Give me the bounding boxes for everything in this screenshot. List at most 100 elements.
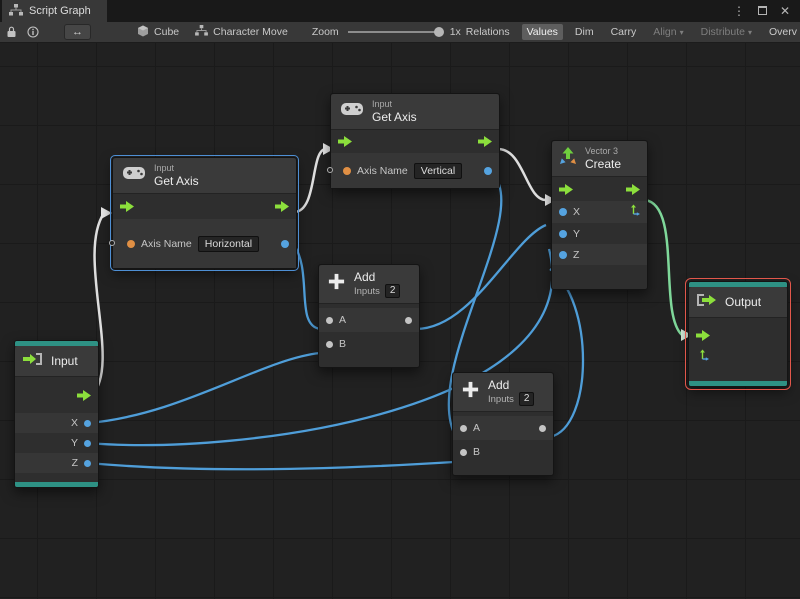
tab-script-graph[interactable]: Script Graph: [2, 0, 107, 22]
wire-data-input-z-to-add2-b[interactable]: [87, 460, 455, 471]
wire-data-input-x-to-add1-b[interactable]: [87, 351, 321, 425]
node-graph-output[interactable]: Output: [685, 278, 791, 390]
dropdown-distribute[interactable]: Distribute ▾: [696, 24, 757, 40]
axis-name-edge-port[interactable]: [109, 239, 115, 246]
node-subtitle: Input: [372, 99, 393, 109]
close-icon[interactable]: ✕: [780, 5, 790, 17]
fit-graph-glyph: ↔: [72, 26, 84, 38]
wire-flow-getaxis-horizontal-to-vertical[interactable]: [293, 147, 327, 214]
plus-icon: [327, 272, 346, 296]
node-add-1[interactable]: Add Inputs 2 A B: [318, 264, 420, 368]
axis-name-port[interactable]: [343, 166, 351, 175]
flow-out-port[interactable]: [275, 201, 289, 213]
zoom-slider-handle[interactable]: [433, 27, 444, 37]
a-in-port[interactable]: [326, 316, 333, 324]
kebab-menu-icon[interactable]: ⋮: [733, 5, 745, 17]
gamepad-icon: [340, 102, 364, 121]
wire-data-add1-to-create-x[interactable]: [415, 223, 547, 331]
toggle-relations[interactable]: Relations: [461, 24, 515, 40]
y-out-port[interactable]: [84, 439, 91, 447]
node-title: Output: [725, 295, 762, 309]
gamepad-icon: [122, 166, 146, 185]
wire-data-add2-to-create-z[interactable]: [549, 268, 585, 439]
flow-in-port[interactable]: [696, 329, 710, 341]
lock-icon[interactable]: [4, 26, 18, 38]
axis-name-edge-port[interactable]: [327, 166, 333, 173]
z-out-port[interactable]: [84, 459, 91, 467]
info-icon[interactable]: [26, 26, 40, 38]
cube-icon: [137, 25, 149, 40]
node-title: Input: [51, 354, 78, 368]
wire-flow-create-to-output[interactable]: [644, 198, 683, 336]
toggle-overview[interactable]: Overv: [764, 24, 800, 40]
wire-arrowhead: [101, 207, 112, 219]
vector3-in-port[interactable]: [696, 349, 709, 365]
b-in-port[interactable]: [326, 340, 333, 348]
toggle-carry[interactable]: Carry: [606, 24, 642, 40]
input-icon: [23, 352, 43, 370]
window-tab-bar: Script Graph ⋮ ✕: [0, 0, 800, 22]
zoom-slider[interactable]: [347, 26, 444, 38]
y-label: Y: [573, 227, 581, 240]
wire-flow-getaxis-vertical-to-create[interactable]: [497, 147, 547, 202]
toggle-values[interactable]: Values: [521, 24, 563, 40]
node-vector3-create[interactable]: Vector 3 Create X Y Z: [551, 140, 648, 290]
axis-name-field[interactable]: Horizontal: [197, 235, 260, 252]
breadcrumb-object-label: Cube: [154, 26, 180, 38]
node-title: Add: [488, 378, 510, 392]
breadcrumb-graph-label: Character Move: [213, 26, 288, 38]
node-subtitle: Vector 3: [585, 146, 619, 156]
breadcrumb-graph[interactable]: Character Move: [195, 25, 288, 39]
node-get-axis-vertical[interactable]: Input Get Axis Axis Name Vertical: [327, 93, 500, 189]
chevron-down-icon: ▾: [679, 28, 684, 37]
plus-icon: [461, 380, 480, 404]
inputs-count-field[interactable]: 2: [384, 284, 401, 299]
breadcrumb-object[interactable]: Cube: [137, 25, 179, 40]
node-subtitle: Input: [154, 163, 175, 173]
y-in-port[interactable]: [559, 229, 567, 238]
tab-title: Script Graph: [29, 5, 91, 17]
flow-out-port[interactable]: [626, 183, 640, 195]
b-label: B: [339, 338, 347, 351]
vector3-out-port[interactable]: [627, 204, 640, 220]
dropdown-align[interactable]: Align ▾: [648, 24, 688, 40]
flow-in-port[interactable]: [338, 136, 352, 148]
flow-in-port[interactable]: [120, 201, 134, 213]
a-in-port[interactable]: [460, 424, 467, 432]
vector3-icon: [559, 147, 577, 170]
sum-out-port[interactable]: [405, 316, 412, 324]
inputs-count-field[interactable]: 2: [518, 392, 535, 407]
fit-graph-button[interactable]: ↔: [64, 24, 92, 40]
result-out-port[interactable]: [484, 166, 492, 175]
axis-name-field[interactable]: Vertical: [413, 162, 463, 179]
node-title: Get Axis: [154, 173, 199, 188]
zoom-slider-track: [347, 31, 443, 33]
z-label: Z: [71, 457, 78, 469]
output-icon: [697, 293, 717, 311]
b-in-port[interactable]: [460, 448, 467, 456]
b-label: B: [473, 446, 481, 459]
maximize-icon[interactable]: [757, 5, 767, 17]
axis-name-label: Axis Name: [357, 164, 408, 177]
node-get-axis-horizontal[interactable]: Input Get Axis Axis Name Horizontal: [109, 155, 299, 271]
x-out-port[interactable]: [84, 419, 91, 427]
x-label: X: [70, 417, 78, 429]
flow-out-port[interactable]: [77, 389, 91, 401]
z-in-port[interactable]: [559, 250, 567, 259]
node-add-2[interactable]: Add Inputs 2 A B: [452, 372, 554, 476]
node-graph-input[interactable]: Input X Y Z: [14, 340, 99, 488]
toggle-dim[interactable]: Dim: [570, 24, 599, 40]
flow-in-port[interactable]: [559, 183, 573, 195]
graph-canvas[interactable]: Input Get Axis Axis Name Horizontal Inpu…: [0, 43, 800, 599]
sum-out-port[interactable]: [539, 424, 546, 432]
flow-out-port[interactable]: [478, 136, 492, 148]
z-label: Z: [573, 248, 580, 261]
result-out-port[interactable]: [281, 239, 289, 248]
zoom-value: 1x: [449, 26, 461, 38]
axis-name-port[interactable]: [127, 239, 135, 248]
x-in-port[interactable]: [559, 208, 567, 217]
input-node-accent: [15, 482, 98, 487]
node-title: Create: [585, 156, 622, 171]
inputs-label: Inputs: [488, 393, 514, 405]
inputs-label: Inputs: [354, 285, 380, 297]
